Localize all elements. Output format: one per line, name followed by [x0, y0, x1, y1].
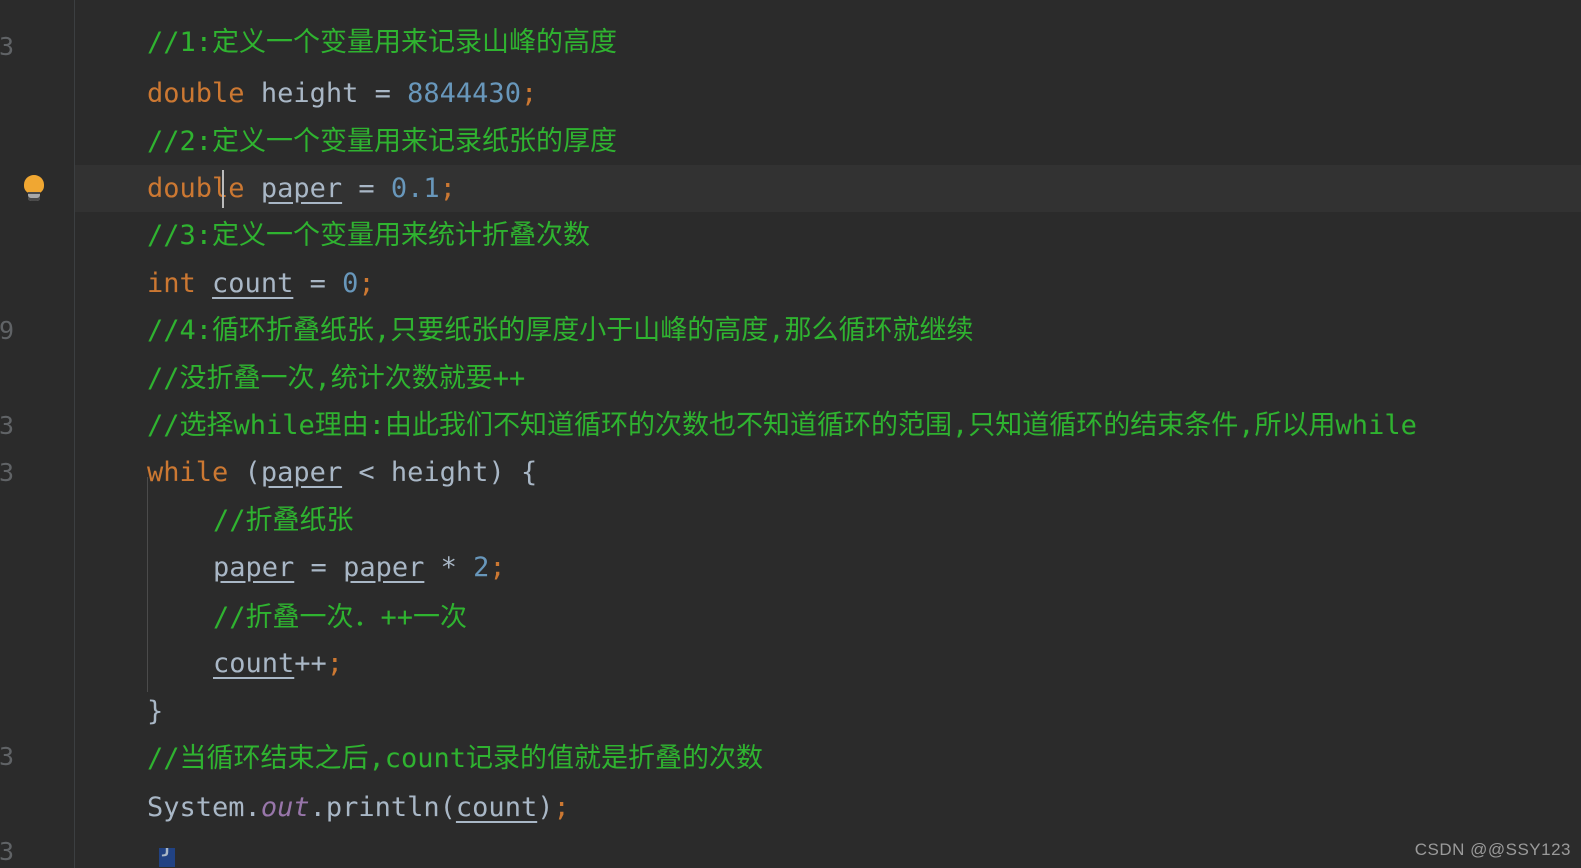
code-line-while[interactable]: while (paper < height) { — [75, 449, 1581, 496]
field-out: out — [260, 792, 310, 823]
text-caret — [222, 170, 224, 208]
number-literal: 0.1 — [390, 173, 440, 204]
identifier-height: height — [390, 457, 489, 488]
keyword-double: double — [147, 173, 245, 204]
line-number: 3 — [0, 837, 14, 866]
number-literal: 2 — [473, 552, 490, 583]
number-literal: 0 — [342, 268, 359, 299]
assign-operator: = — [310, 552, 327, 583]
keyword-while: while — [147, 457, 229, 488]
less-than-operator: < — [358, 457, 375, 488]
semicolon: ; — [326, 648, 344, 679]
line-number: 3 — [0, 458, 14, 487]
code-line-comment-2[interactable]: //2:定义一个变量用来记录纸张的厚度 — [75, 118, 1581, 165]
lightbulb-icon[interactable] — [21, 175, 47, 203]
comment-text: //4:循环折叠纸张,只要纸张的厚度小于山峰的高度,那么循环就继续 — [147, 315, 974, 346]
code-line-comment-8[interactable]: //折叠一次．++一次 — [75, 594, 1581, 641]
code-line-println[interactable]: System.out.println(count); — [75, 784, 1581, 831]
identifier-height: height — [260, 78, 359, 109]
multiply-operator: * — [440, 552, 457, 583]
statement-text: double height = 8844430; — [75, 70, 537, 117]
brace-close-partial: } — [159, 848, 176, 868]
code-line-comment-5[interactable]: //没折叠一次,统计次数就要++ — [75, 355, 1581, 402]
code-line-close-brace[interactable]: } — [75, 688, 1581, 735]
statement-text: double paper = 0.1; — [75, 165, 456, 212]
paren-close: ) — [537, 792, 554, 823]
comment-text: //折叠一次．++一次 — [213, 602, 468, 633]
code-line-paper-double[interactable]: paper = paper * 2; — [75, 544, 1581, 591]
dot-2: . — [309, 792, 326, 823]
statement-text: int count = 0; — [75, 260, 375, 307]
code-line-partial-brace[interactable]: } — [150, 848, 550, 868]
brace-close: } — [147, 696, 164, 727]
comment-text: //1:定义一个变量用来记录山峰的高度 — [147, 27, 618, 58]
assign-operator: = — [374, 78, 391, 109]
number-literal: 8844430 — [407, 78, 521, 109]
code-line-comment-6[interactable]: //选择while理由:由此我们不知道循环的次数也不知道循环的范围,只知道循环的… — [75, 402, 1581, 449]
assign-operator: = — [309, 268, 326, 299]
comment-text: //当循环结束之后,count记录的值就是折叠的次数 — [147, 743, 764, 774]
line-number: 3 — [0, 32, 14, 61]
editor-gutter[interactable]: 3 9 3 3 3 3 — [0, 0, 75, 868]
identifier-paper: paper — [260, 457, 343, 488]
code-line-comment-9[interactable]: //当循环结束之后,count记录的值就是折叠的次数 — [75, 735, 1581, 782]
dot-1: . — [244, 792, 261, 823]
identifier-paper: paper — [213, 552, 295, 583]
paren-open: ( — [439, 792, 456, 823]
line-number: 3 — [0, 742, 14, 771]
identifier-count: count — [212, 268, 294, 299]
code-line-decl-height[interactable]: double height = 8844430; — [75, 70, 1581, 117]
comment-text: //选择while理由:由此我们不知道循环的次数也不知道循环的范围,只知道循环的… — [147, 410, 1417, 441]
semicolon: ; — [439, 173, 456, 204]
brace-open: { — [520, 457, 538, 488]
code-line-comment-7[interactable]: //折叠纸张 — [75, 497, 1581, 544]
watermark: CSDN @@SSY123 — [1414, 840, 1571, 859]
code-content[interactable]: //1:定义一个变量用来记录山峰的高度 double height = 8844… — [75, 0, 1581, 868]
semicolon: ; — [489, 552, 506, 583]
code-line-comment-3[interactable]: //3:定义一个变量用来统计折叠次数 — [75, 212, 1581, 259]
identifier-count: count — [213, 648, 295, 679]
code-line-count-inc[interactable]: count++; — [75, 640, 1581, 687]
comment-text: //没折叠一次,统计次数就要++ — [147, 363, 526, 394]
identifier-paper: paper — [260, 173, 343, 204]
gutter-row-current[interactable] — [0, 165, 74, 212]
code-line-decl-paper[interactable]: double paper = 0.1; — [75, 165, 1581, 212]
code-line-comment-1[interactable]: //1:定义一个变量用来记录山峰的高度 — [75, 19, 1581, 66]
code-editor[interactable]: 3 9 3 3 3 3 //1:定义一个变量用来记录山峰的高度 double h… — [0, 0, 1581, 868]
code-line-decl-count[interactable]: int count = 0; — [75, 260, 1581, 307]
statement-text: count++; — [75, 640, 343, 687]
class-system: System — [147, 792, 245, 823]
paren-close: ) — [488, 457, 505, 488]
comment-text: //折叠纸张 — [213, 505, 354, 536]
paren-open: ( — [244, 457, 261, 488]
assign-operator: = — [358, 173, 375, 204]
method-println: println — [325, 792, 440, 823]
statement-text: paper = paper * 2; — [75, 544, 506, 591]
comment-text: //3:定义一个变量用来统计折叠次数 — [147, 220, 591, 251]
statement-text: System.out.println(count); — [75, 784, 570, 831]
identifier-paper-rhs: paper — [343, 552, 425, 583]
identifier-count: count — [455, 792, 538, 823]
comment-text: //2:定义一个变量用来记录纸张的厚度 — [147, 126, 618, 157]
statement-text: while (paper < height) { — [75, 449, 537, 496]
lightbulb-base — [28, 192, 40, 201]
indent-guide — [147, 477, 148, 692]
keyword-int: int — [147, 268, 196, 299]
code-line-comment-4[interactable]: //4:循环折叠纸张,只要纸张的厚度小于山峰的高度,那么循环就继续 — [75, 307, 1581, 354]
semicolon: ; — [520, 78, 538, 109]
line-number: 3 — [0, 411, 14, 440]
semicolon: ; — [358, 268, 375, 299]
line-number: 9 — [0, 316, 14, 345]
semicolon: ; — [553, 792, 570, 823]
keyword-double: double — [147, 78, 245, 109]
increment-operator: ++ — [294, 648, 327, 679]
